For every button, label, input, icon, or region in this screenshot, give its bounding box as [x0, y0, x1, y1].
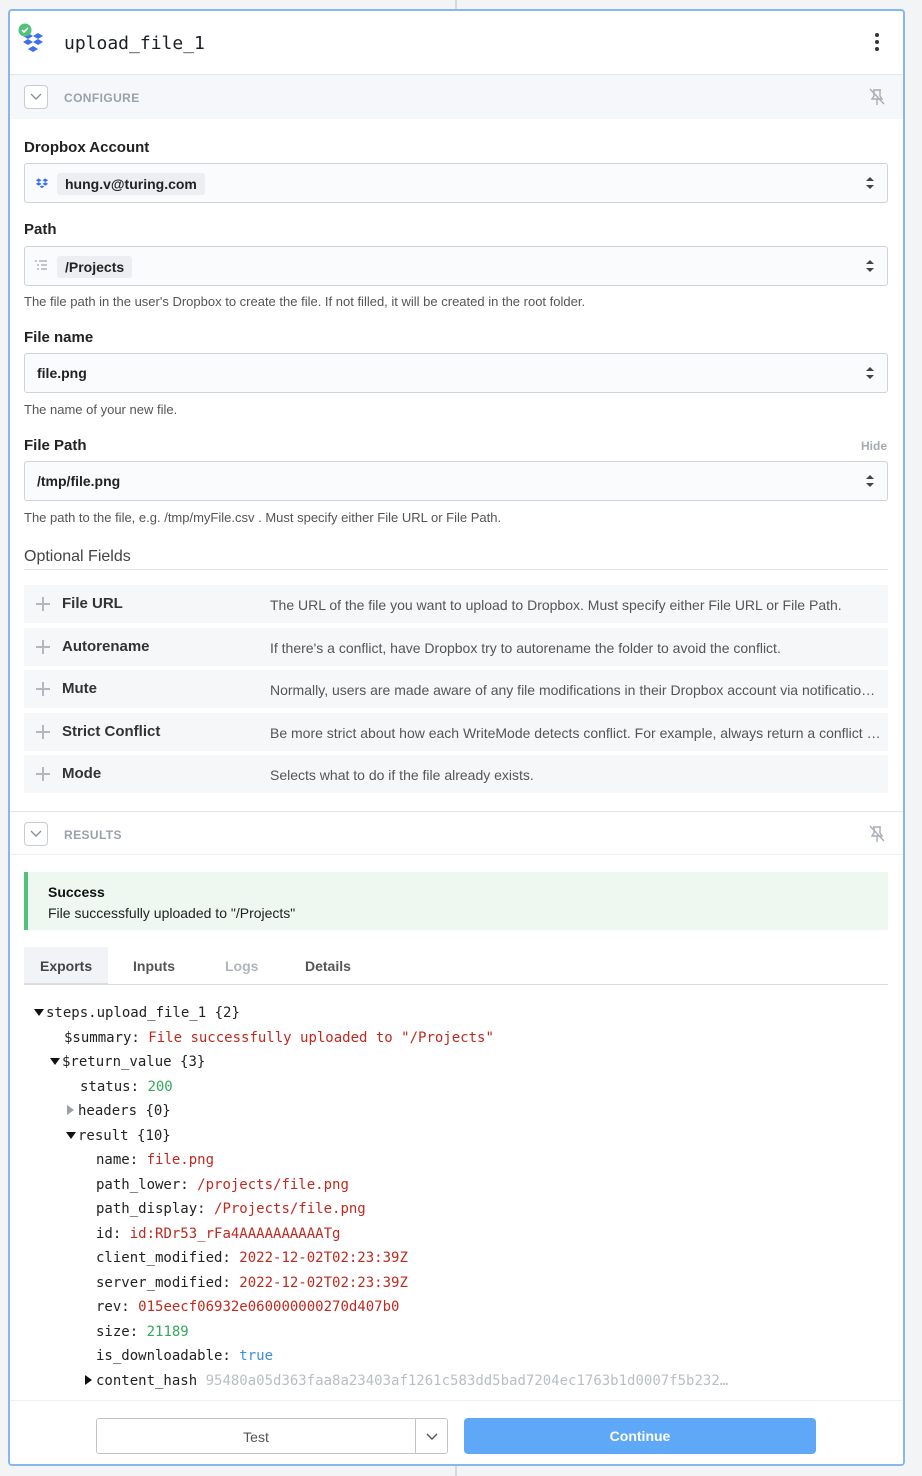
tab-inputs[interactable]: Inputs [117, 947, 191, 985]
tree-node-status: status: 200 [80, 1079, 173, 1095]
divider [24, 569, 888, 570]
caret-right-icon[interactable] [84, 1373, 96, 1389]
step-title[interactable]: upload_file_1 [64, 33, 205, 54]
file-name-help: The name of your new file. [24, 402, 178, 417]
tab-logs[interactable]: Logs [209, 947, 274, 985]
optional-field-desc: Be more strict about how each WriteMode … [270, 725, 882, 741]
configure-label: CONFIGURE [64, 91, 140, 105]
tree-node-client-modified: client_modified: 2022-12-02T02:23:39Z [96, 1250, 408, 1266]
optional-field-desc: Selects what to do if the file already e… [270, 767, 534, 783]
optional-field-strict-conflict[interactable]: Strict Conflict Be more strict about how… [24, 713, 888, 751]
more-options-icon[interactable] [873, 33, 881, 51]
collapse-configure-button[interactable] [24, 85, 48, 109]
tree-node-headers[interactable]: headers {0} [66, 1103, 171, 1125]
caret-down-icon[interactable] [66, 1128, 78, 1144]
flow-connector-bottom [455, 1466, 457, 1476]
file-path-input[interactable]: /tmp/file.png [24, 461, 888, 501]
collapse-results-button[interactable] [24, 822, 48, 846]
optional-field-name: File URL [62, 595, 123, 612]
step-footer: Test Continue [10, 1400, 903, 1464]
path-chip: /Projects [57, 256, 133, 278]
dropbox-icon [35, 178, 49, 189]
hide-file-path-link[interactable]: Hide [861, 439, 887, 453]
tab-details[interactable]: Details [289, 947, 367, 985]
optional-field-name: Strict Conflict [62, 723, 161, 740]
optional-field-name: Mode [62, 765, 102, 782]
continue-button[interactable]: Continue [464, 1418, 816, 1454]
step-card: upload_file_1 CONFIGURE Dropbox Account … [8, 9, 905, 1466]
alert-message: File successfully uploaded to "/Projects… [48, 905, 296, 921]
file-name-label: File name [24, 329, 94, 346]
results-section-header[interactable]: RESULTS [10, 811, 903, 855]
path-select[interactable]: /Projects [24, 246, 888, 286]
tree-node-is-downloadable: is_downloadable: true [96, 1348, 274, 1364]
plus-icon [36, 640, 50, 654]
updown-arrows-icon [866, 367, 874, 379]
tree-node-name: name: file.png [96, 1152, 215, 1168]
list-icon [35, 260, 47, 270]
updown-arrows-icon [866, 260, 874, 272]
tree-node-id: id: id:RDr53_rFa4AAAAAAAAAATg [96, 1226, 341, 1242]
file-name-input[interactable]: file.png [24, 353, 888, 393]
tree-node-content-hash[interactable]: content_hash 95480a05d363faa8a23403af126… [84, 1373, 728, 1395]
plus-icon [36, 682, 50, 696]
file-path-label: File Path [24, 437, 87, 454]
updown-arrows-icon [866, 475, 874, 487]
tree-node-root[interactable]: steps.upload_file_1 {2} [34, 1005, 240, 1027]
optional-field-name: Autorename [62, 638, 150, 655]
optional-field-desc: The URL of the file you want to upload t… [270, 597, 842, 613]
caret-down-icon[interactable] [34, 1005, 46, 1021]
plus-icon [36, 725, 50, 739]
results-tabs: Exports Inputs Logs Details [24, 947, 888, 985]
optional-field-name: Mute [62, 680, 97, 697]
test-button[interactable]: Test [96, 1418, 416, 1454]
tree-node-return-value[interactable]: $return_value {3} [50, 1054, 205, 1076]
check-circle-icon [18, 23, 32, 37]
tree-node-summary: $summary: File successfully uploaded to … [64, 1030, 494, 1046]
pin-icon[interactable] [869, 88, 885, 106]
optional-field-autorename[interactable]: Autorename If there's a conflict, have D… [24, 628, 888, 666]
tab-exports[interactable]: Exports [24, 947, 109, 985]
test-options-dropdown[interactable] [415, 1418, 448, 1454]
file-name-value: file.png [37, 365, 87, 381]
chevron-down-icon [426, 1433, 438, 1440]
optional-field-desc: If there's a conflict, have Dropbox try … [270, 640, 781, 656]
alert-title: Success [48, 884, 105, 900]
step-header: upload_file_1 [10, 11, 903, 75]
pin-icon[interactable] [869, 825, 885, 843]
optional-field-mode[interactable]: Mode Selects what to do if the file alre… [24, 755, 888, 793]
account-chip: hung.v@turing.com [57, 173, 205, 195]
tree-node-rev: rev: 015eecf06932e060000000270d407b0 [96, 1299, 400, 1315]
optional-field-mute[interactable]: Mute Normally, users are made aware of a… [24, 670, 888, 708]
dropbox-icon [18, 23, 50, 55]
caret-right-icon[interactable] [66, 1103, 78, 1119]
configure-section-header[interactable]: CONFIGURE [10, 75, 903, 119]
optional-fields-title: Optional Fields [24, 548, 131, 565]
path-label: Path [24, 221, 57, 238]
tree-node-result[interactable]: result {10} [66, 1128, 171, 1150]
tree-node-path-lower: path_lower: /projects/file.png [96, 1177, 349, 1193]
dropbox-account-select[interactable]: hung.v@turing.com [24, 163, 888, 203]
optional-field-file-url[interactable]: File URL The URL of the file you want to… [24, 585, 888, 623]
success-alert: Success File successfully uploaded to "/… [24, 872, 888, 930]
plus-icon [36, 597, 50, 611]
chevron-down-icon [30, 93, 42, 100]
optional-field-desc: Normally, users are made aware of any fi… [270, 682, 882, 698]
tree-node-size: size: 21189 [96, 1324, 189, 1340]
updown-arrows-icon [866, 177, 874, 189]
plus-icon [36, 767, 50, 781]
dropbox-account-label: Dropbox Account [24, 139, 150, 156]
results-label: RESULTS [64, 828, 122, 842]
chevron-down-icon [30, 830, 42, 837]
tree-node-path-display: path_display: /Projects/file.png [96, 1201, 366, 1217]
path-help: The file path in the user's Dropbox to c… [24, 294, 586, 309]
file-path-help: The path to the file, e.g. /tmp/myFile.c… [24, 510, 502, 525]
file-path-value: /tmp/file.png [37, 473, 121, 489]
caret-down-icon[interactable] [50, 1054, 62, 1070]
tree-node-server-modified: server_modified: 2022-12-02T02:23:39Z [96, 1275, 408, 1291]
